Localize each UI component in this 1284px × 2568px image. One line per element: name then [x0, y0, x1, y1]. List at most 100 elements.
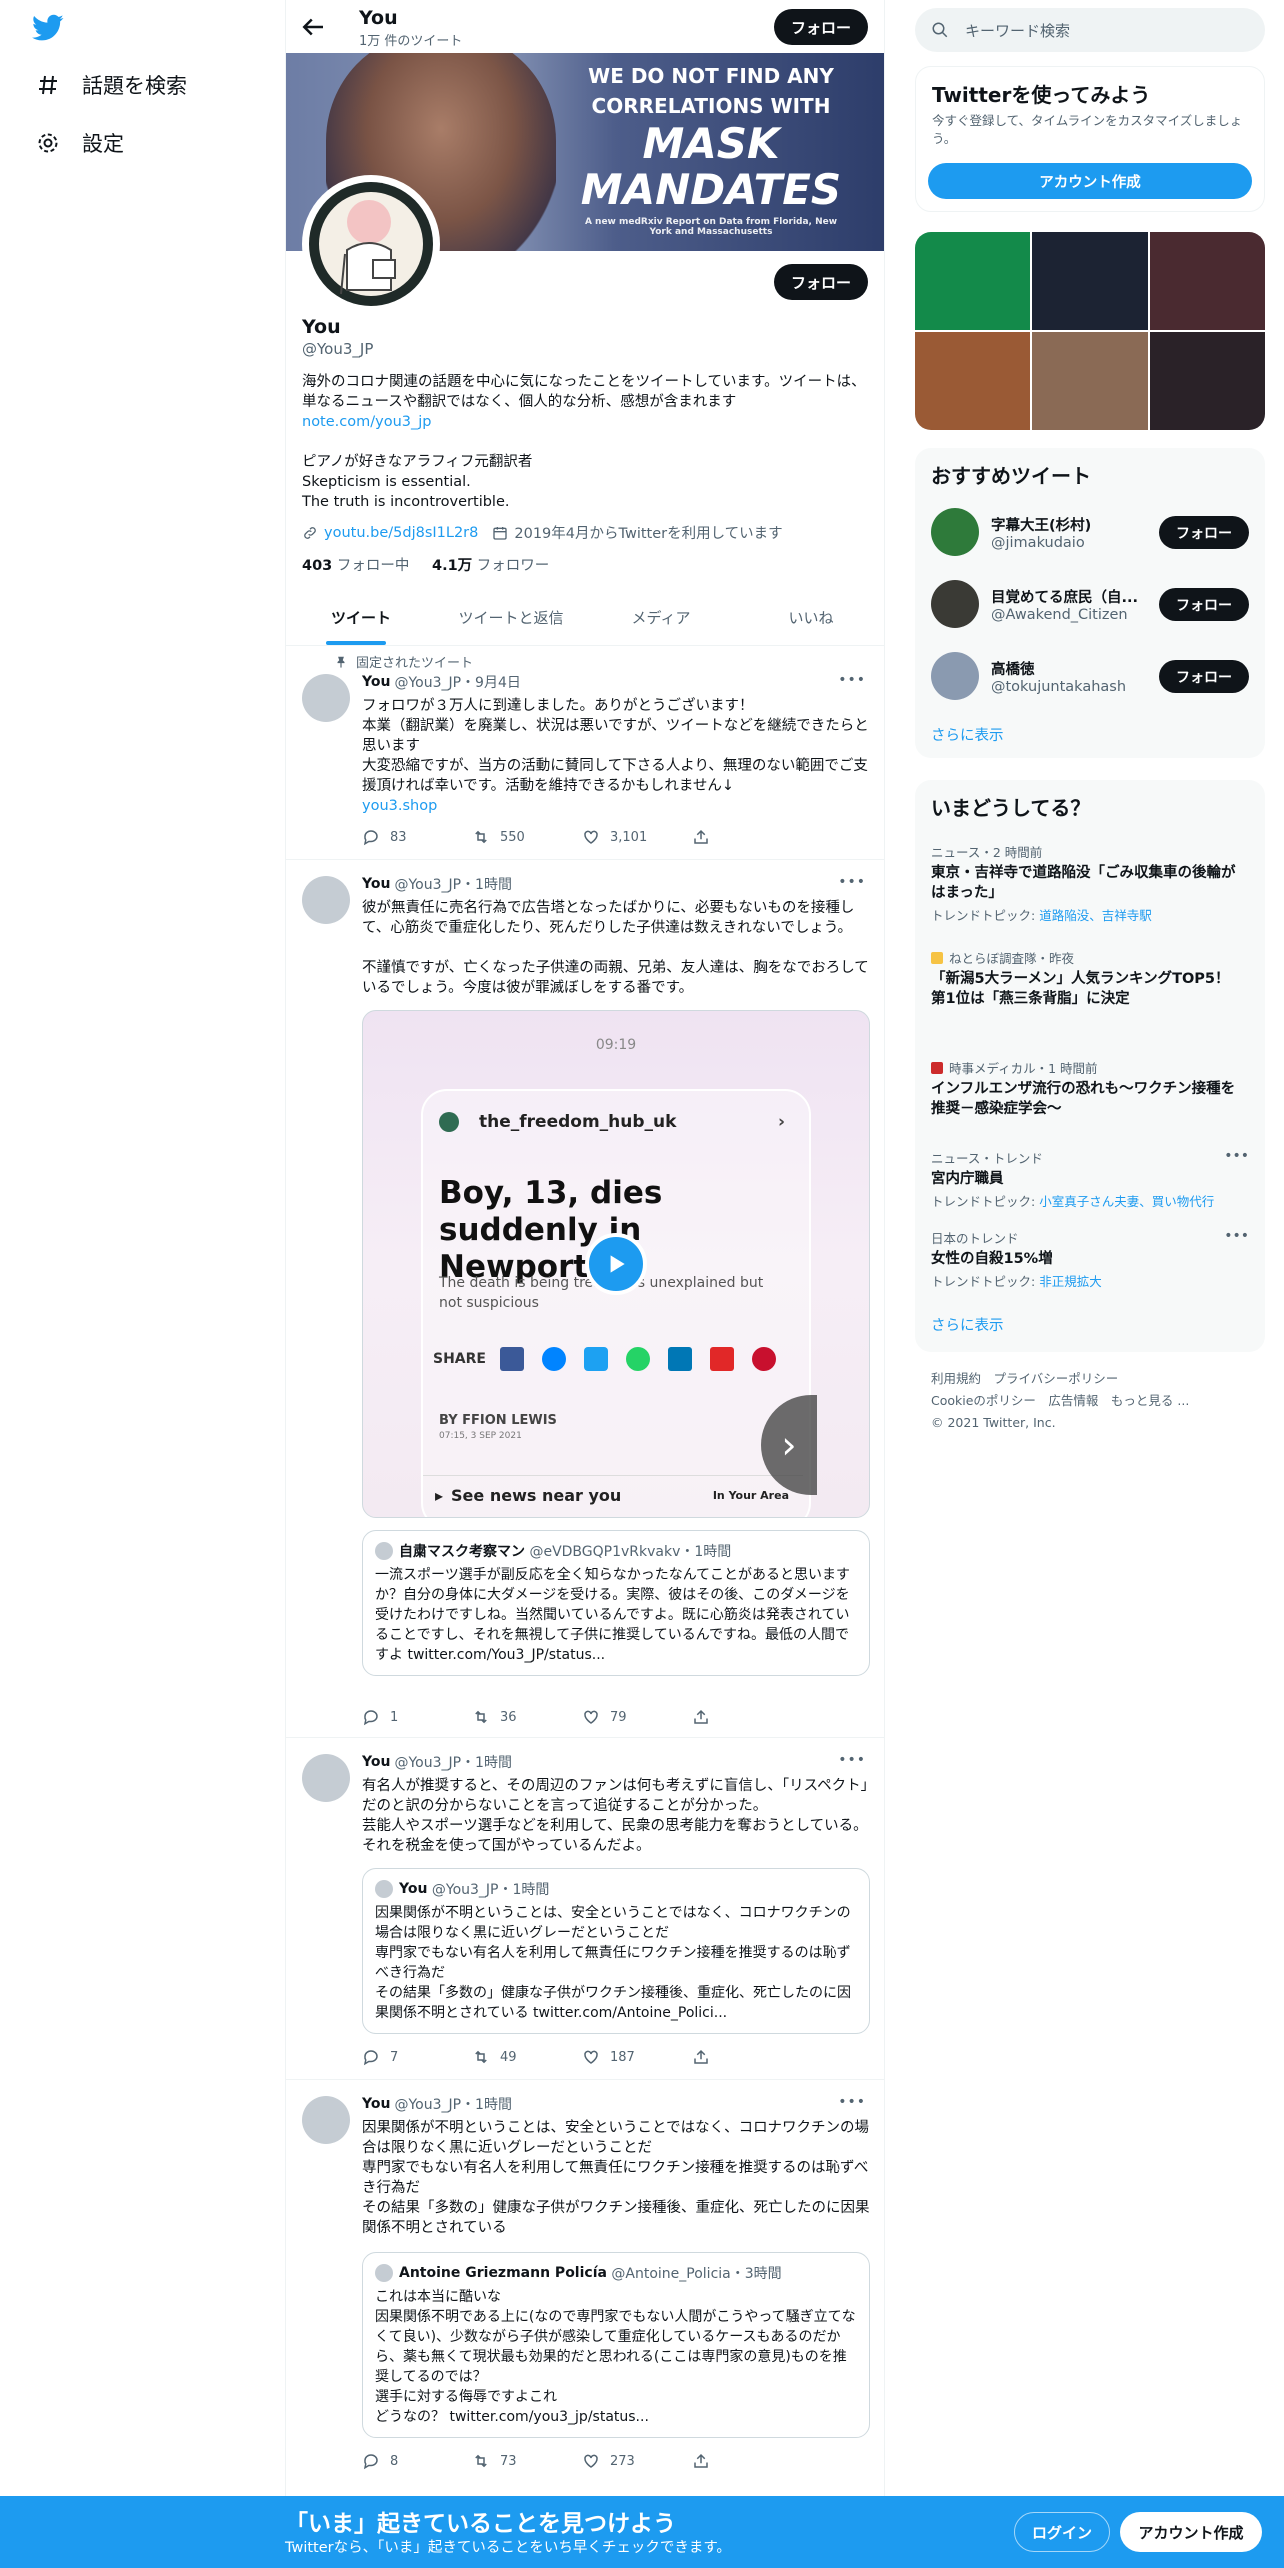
trend-item[interactable]: ねとらぼ調査隊・昨夜 「新潟5大ラーメン」人気ランキングTOP5！ 第1位は「燕…	[931, 948, 1249, 1009]
like-action[interactable]: 79	[582, 1708, 692, 1726]
more-icon[interactable]: •••	[838, 874, 866, 890]
reply-action[interactable]: 83	[362, 828, 472, 846]
quote-avatar	[375, 1542, 393, 1560]
tweet-author[interactable]: You	[362, 876, 390, 892]
trend-item[interactable]: 日本のトレンド ••• 女性の自殺15%増 トレンドトピック: 非正規拡大	[931, 1228, 1249, 1290]
trend-item[interactable]: ニュース・トレンド ••• 宮内庁職員 トレンドトピック: 小室真子さん夫妻、買…	[931, 1148, 1249, 1210]
tweet[interactable]: You @You3_JP・1時間 ••• 因果関係が不明ということは、安全というこ…	[286, 2080, 884, 2500]
bio-text-1: 海外のコロナ関連の話題を中心に気になったことをツイートしています。ツイートは、単…	[302, 374, 866, 410]
tweet-avatar[interactable]	[302, 674, 350, 722]
login-button[interactable]: ログイン	[1014, 2512, 1110, 2552]
more-icon[interactable]: •••	[838, 672, 866, 688]
share-action[interactable]	[692, 2452, 802, 2470]
trends-show-more[interactable]: さらに表示	[931, 1314, 1004, 1335]
signup-desc: 今すぐ登録して、タイムラインをカスタマイズしましょう。	[932, 113, 1243, 146]
reply-action[interactable]: 7	[362, 2048, 472, 2066]
followers-stat[interactable]: 4.1万 フォロワー	[432, 558, 549, 574]
quote-tweet[interactable]: 自粛マスク考察マン @eVDBGQP1vRkvakv・1時間 一流スポーツ選手が…	[362, 1530, 870, 1676]
footer-line-2[interactable]: Cookieのポリシー 広告情報 もっと見る ...	[931, 1390, 1251, 1412]
media-thumb-1[interactable]	[915, 232, 1031, 330]
video-player[interactable]: 09:19 the_freedom_hub_uk › Boy, 13, dies…	[362, 1010, 870, 1518]
reply-action[interactable]: 1	[362, 1708, 472, 1726]
tweet-author[interactable]: You	[362, 1754, 390, 1770]
who-name: 高橋徳	[991, 661, 1035, 678]
who-follow-button[interactable]: フォロー	[1159, 588, 1249, 621]
share-action[interactable]	[692, 2048, 802, 2066]
trend-topic[interactable]: 道路陥没、吉祥寺駅	[1039, 908, 1152, 923]
tab-media[interactable]: メディア	[586, 590, 736, 645]
more-icon[interactable]: •••	[838, 2094, 866, 2110]
play-button-icon[interactable]	[585, 1233, 647, 1295]
more-icon[interactable]: •••	[1224, 1228, 1249, 1244]
who-item[interactable]: 字幕大王(杉村) @jimakudaio フォロー	[931, 504, 1249, 560]
tweet-author[interactable]: You	[362, 2096, 390, 2112]
media-thumb-6[interactable]	[1149, 332, 1265, 430]
media-thumb-2[interactable]	[1032, 232, 1148, 330]
search-input[interactable]: キーワード検索	[965, 20, 1070, 41]
trend-item[interactable]: ニュース・2 時間前 東京・吉祥寺で道路陥没「ごみ収集車の後輪がはまった」 トレ…	[931, 842, 1249, 924]
tweet-avatar[interactable]	[302, 876, 350, 924]
website-link[interactable]: youtu.be/5dj8sI1L2r8	[324, 525, 478, 541]
who-follow-button[interactable]: フォロー	[1159, 660, 1249, 693]
signup-button[interactable]: アカウント作成	[928, 163, 1252, 199]
tweet-pinned[interactable]: 固定されたツイート You @You3_JP・9月4日 ••• フォロワが３万人に…	[286, 646, 884, 860]
trend-topic[interactable]: 非正規拡大	[1039, 1274, 1102, 1289]
profile-avatar[interactable]	[302, 175, 440, 313]
following-stat[interactable]: 403 フォロー中	[302, 558, 409, 574]
profile-column: You 1万 件のツイート フォロー WE DO NOT FIND ANY CO…	[285, 0, 885, 2500]
like-action[interactable]: 187	[582, 2048, 692, 2066]
trend-topic[interactable]: 小室真子さん夫妻、買い物代行	[1039, 1194, 1214, 1209]
trend-item[interactable]: 時事メディカル・1 時間前 インフルエンザ流行の恐れも～ワクチン接種を推奨－感染…	[931, 1058, 1249, 1119]
who-item[interactable]: 高橋徳 @tokujuntakahash フォロー	[931, 648, 1249, 704]
signup-bottom-bar: 「いま」起きていることを見つけよう Twitterなら、「いま」起きていることを…	[0, 2496, 1284, 2568]
tweet[interactable]: You @You3_JP・1時間 ••• 彼が無責任に売名行為で広告塔となったばか…	[286, 860, 884, 1738]
share-action[interactable]	[692, 1708, 802, 1726]
joined-item: 2019年4月からTwitterを利用しています	[492, 522, 783, 543]
who-item[interactable]: 目覚めてる庶民（自... @Awakend_Citizen フォロー	[931, 576, 1249, 632]
more-icon[interactable]: •••	[1224, 1148, 1249, 1164]
media-thumb-3[interactable]	[1149, 232, 1265, 330]
chevron-right-icon: ›	[777, 1112, 785, 1132]
more-icon[interactable]: •••	[838, 1752, 866, 1768]
tweet-link[interactable]: you3.shop	[362, 796, 870, 816]
retweet-action[interactable]: 36	[472, 1708, 582, 1726]
tweet-text: 因果関係が不明ということは、安全ということではなく、コロナワクチンの場合は限りな…	[362, 2120, 870, 2236]
tweet[interactable]: You @You3_JP・1時間 ••• 有名人が推奨すると、その周辺のファンは何…	[286, 1738, 884, 2080]
banner-small: A new medRxiv Report on Data from Florid…	[584, 217, 838, 237]
who-follow-button[interactable]: フォロー	[1159, 516, 1249, 549]
media-thumb-5[interactable]	[1032, 332, 1148, 430]
retweet-action[interactable]: 550	[472, 828, 582, 846]
retweet-action[interactable]: 73	[472, 2452, 582, 2470]
tweet-avatar[interactable]	[302, 1754, 350, 1802]
share-icon	[694, 1709, 708, 1724]
who-show-more[interactable]: さらに表示	[931, 724, 1004, 745]
tab-tweets-replies[interactable]: ツイートと返信	[436, 590, 586, 645]
nav-settings[interactable]: 設定	[34, 128, 124, 158]
nav-explore[interactable]: 話題を検索	[34, 70, 187, 100]
tab-likes[interactable]: いいね	[736, 590, 884, 645]
like-action[interactable]: 3,101	[582, 828, 692, 846]
media-thumb-4[interactable]	[915, 332, 1031, 430]
heart-icon	[584, 1710, 598, 1724]
twitter-logo-icon[interactable]	[32, 14, 64, 42]
retweet-action[interactable]: 49	[472, 2048, 582, 2066]
profile-follow-button[interactable]: フォロー	[774, 264, 868, 300]
bottom-signup-button[interactable]: アカウント作成	[1120, 2512, 1262, 2552]
quote-tweet[interactable]: Antoine Griezmann Policía @Antoine_Polic…	[362, 2252, 870, 2438]
footer-line-1[interactable]: 利用規約 プライバシーポリシー	[931, 1368, 1251, 1390]
bio-link[interactable]: note.com/you3_jp	[302, 412, 870, 432]
tab-tweets[interactable]: ツイート	[286, 590, 436, 645]
quote-tweet[interactable]: You @You3_JP・1時間 因果関係が不明ということは、安全ということでは…	[362, 1868, 870, 2034]
like-action[interactable]: 273	[582, 2452, 692, 2470]
messenger-icon	[541, 1347, 566, 1371]
profile-header: You 1万 件のツイート フォロー	[286, 0, 884, 53]
profile-handle: @You3_JP	[302, 340, 374, 358]
tweet-author[interactable]: You	[362, 674, 390, 690]
back-arrow-icon[interactable]	[298, 12, 328, 42]
reply-action[interactable]: 8	[362, 2452, 472, 2470]
news-near: See news near you	[451, 1486, 622, 1505]
tweet-avatar[interactable]	[302, 2096, 350, 2144]
search-bar[interactable]: キーワード検索	[915, 8, 1265, 52]
header-follow-button[interactable]: フォロー	[774, 9, 868, 45]
share-action[interactable]	[692, 828, 802, 846]
